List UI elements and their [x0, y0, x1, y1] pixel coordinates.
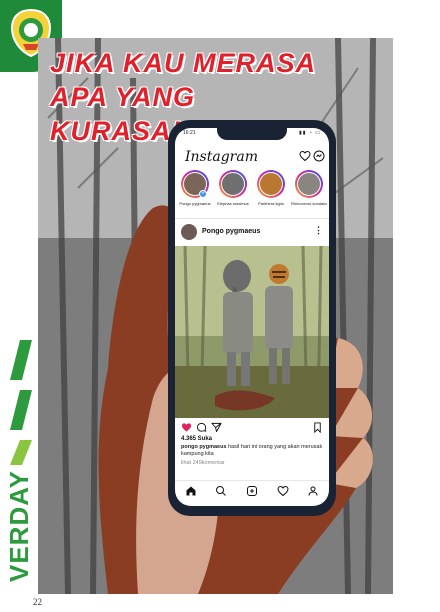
poster-illustration: JIKA KAU MERASA APA YANG KURASA!!! 16:21…	[38, 38, 393, 594]
comment-icon[interactable]	[196, 422, 207, 433]
post-caption: pongo pygmaeus hasil hari ini orang yang…	[181, 444, 323, 458]
story-item[interactable]: + Pongo pygmaeus	[177, 170, 213, 206]
story-label: Rhinoceros sondaicus	[291, 201, 327, 206]
story-item[interactable]: Rhinoceros sondaicus	[291, 170, 327, 206]
post-username[interactable]: Pongo pygmaeus	[202, 228, 260, 235]
page-number: 22	[33, 597, 42, 607]
story-ring	[219, 170, 247, 198]
story-avatar	[259, 172, 283, 196]
story-label: Pongo pygmaeus	[179, 201, 211, 206]
more-options-icon[interactable]: ⋮	[314, 225, 323, 236]
profile-icon[interactable]	[307, 485, 319, 497]
view-comments-link[interactable]: lihat 249komentar	[181, 460, 225, 466]
add-story-icon[interactable]: +	[199, 190, 207, 198]
post-avatar[interactable]	[181, 224, 197, 240]
bookmark-icon[interactable]	[312, 422, 323, 433]
bottom-navigation	[175, 480, 329, 500]
story-avatar	[297, 172, 321, 196]
post-actions	[175, 422, 329, 436]
instagram-header: Instagram	[175, 144, 329, 168]
home-icon[interactable]	[185, 485, 197, 497]
story-item[interactable]: Elephas maximus	[215, 170, 251, 206]
divider	[175, 218, 329, 219]
story-label: Elephas maximus	[217, 201, 249, 206]
like-filled-icon[interactable]	[181, 422, 192, 433]
story-item[interactable]: Panthera tigris	[253, 170, 289, 206]
status-icons: ▮▮ ◔ ▭	[298, 130, 321, 136]
likes-count[interactable]: 4.365 Suka	[181, 436, 212, 442]
post-image[interactable]	[175, 246, 329, 418]
add-post-icon[interactable]	[246, 485, 258, 497]
story-ring	[295, 170, 323, 198]
caption-username[interactable]: pongo pygmaeus	[181, 444, 227, 450]
side-label: VERDAY	[4, 470, 34, 582]
heart-icon[interactable]	[299, 150, 311, 162]
status-time: 16:21	[183, 130, 196, 136]
story-label: Panthera tigris	[258, 201, 284, 206]
story-ring	[257, 170, 285, 198]
phone-notch	[217, 128, 287, 140]
activity-icon[interactable]	[277, 485, 289, 497]
post-header: Pongo pygmaeus ⋮	[175, 222, 329, 244]
share-icon[interactable]	[211, 422, 222, 433]
direct-message-icon[interactable]	[313, 150, 325, 162]
smartphone: 16:21 ▮▮ ◔ ▭ Instagram + Pongo pygmaeus …	[168, 120, 336, 516]
headline-line-1: JIKA KAU MERASA	[50, 48, 317, 78]
post-photo	[175, 246, 329, 418]
phone-screen: 16:21 ▮▮ ◔ ▭ Instagram + Pongo pygmaeus …	[175, 128, 329, 506]
story-avatar	[221, 172, 245, 196]
instagram-logo[interactable]: Instagram	[185, 149, 258, 165]
search-icon[interactable]	[215, 485, 227, 497]
stories-row: + Pongo pygmaeus Elephas maximus Panther…	[175, 170, 329, 216]
